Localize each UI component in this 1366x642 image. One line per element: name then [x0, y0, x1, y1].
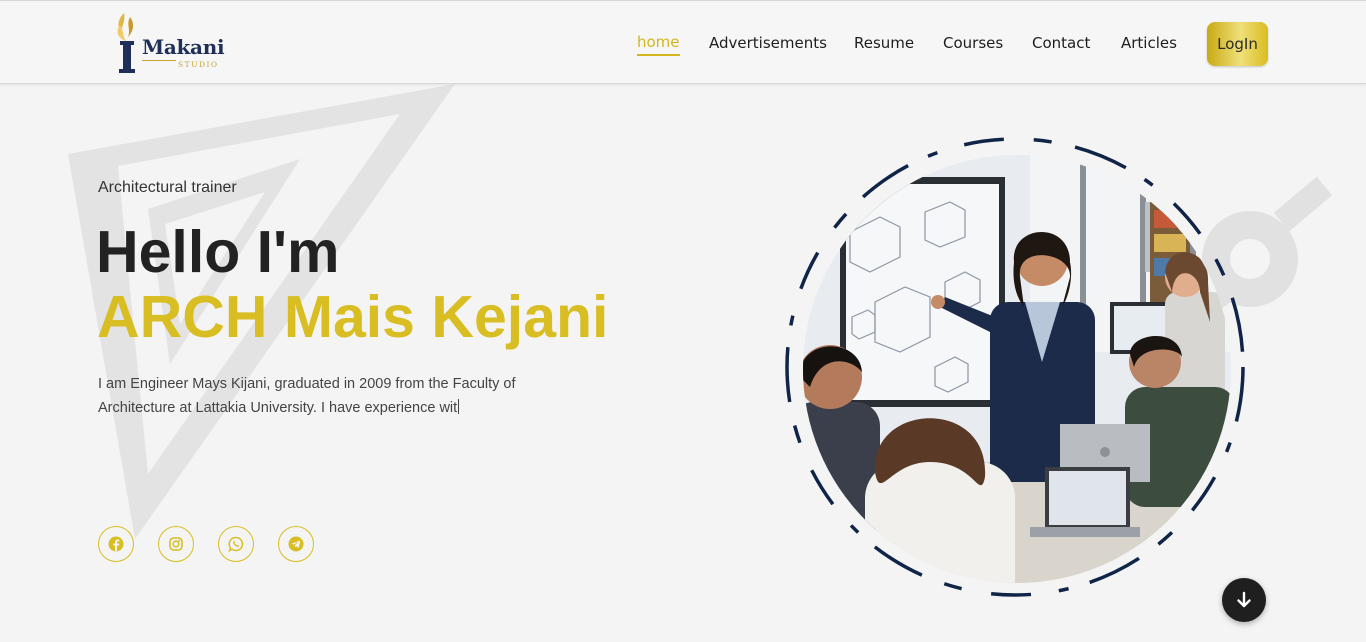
- nav-resume[interactable]: Resume: [854, 34, 914, 52]
- hero-description: I am Engineer Mays Kijani, graduated in …: [98, 372, 578, 420]
- scroll-down-button[interactable]: [1222, 578, 1266, 622]
- whatsapp-link[interactable]: [218, 526, 254, 562]
- hero-greeting: Hello I'm: [96, 219, 340, 285]
- nav-contact[interactable]: Contact: [1032, 34, 1090, 52]
- brand-underline: [142, 60, 176, 61]
- facebook-link[interactable]: [98, 526, 134, 562]
- nav-articles[interactable]: Articles: [1121, 34, 1177, 52]
- brand-sub: STUDIO: [178, 60, 219, 69]
- brand-name: Makani: [142, 35, 225, 59]
- arrow-down-icon: [1237, 591, 1251, 608]
- whatsapp-icon: [228, 536, 244, 552]
- instagram-link[interactable]: [158, 526, 194, 562]
- telegram-link[interactable]: [278, 526, 314, 562]
- telegram-icon: [288, 536, 304, 552]
- trainer-photo-illustration: [785, 137, 1245, 597]
- typed-text: I am Engineer Mays Kijani, graduated in …: [98, 376, 516, 416]
- top-navbar: Makani STUDIO home Advertisements Resume…: [0, 0, 1366, 84]
- instagram-icon: [169, 537, 183, 551]
- typing-caret: [458, 399, 460, 414]
- hero-name: ARCH Mais Kejani: [97, 284, 609, 350]
- torch-icon: [117, 13, 135, 73]
- hero-subtitle: Architectural trainer: [98, 179, 237, 196]
- login-button[interactable]: LogIn: [1207, 22, 1268, 66]
- facebook-icon: [108, 536, 124, 552]
- brand-logo[interactable]: Makani STUDIO: [112, 11, 225, 75]
- hero-photo: [780, 132, 1250, 602]
- nav-advertisements[interactable]: Advertisements: [709, 34, 827, 52]
- nav-courses[interactable]: Courses: [943, 34, 1003, 52]
- nav-home[interactable]: home: [637, 33, 680, 56]
